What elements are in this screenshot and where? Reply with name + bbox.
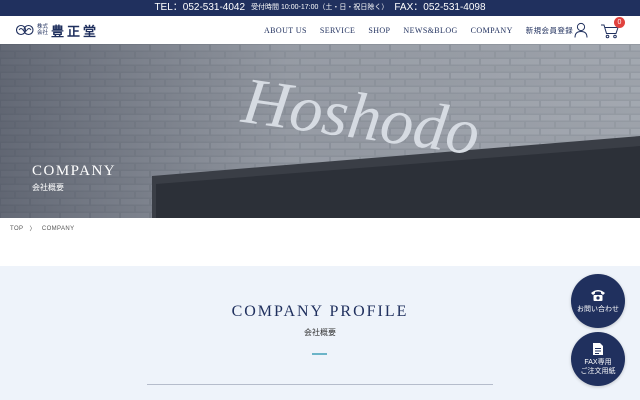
fax-label-line1: FAX専用	[584, 359, 612, 366]
nav-shop[interactable]: SHOP	[368, 26, 390, 35]
hero-title: COMPANY	[32, 163, 117, 179]
section-divider	[147, 384, 493, 385]
logo-mark-icon	[16, 24, 34, 36]
tel-number[interactable]: TEL：052-531-4042	[154, 0, 245, 16]
main-nav: ABOUT US SERVICE SHOP NEWS&BLOG COMPANY …	[264, 16, 573, 44]
fax-number: FAX：052-531-4098	[394, 2, 486, 13]
contact-button[interactable]: お問い合わせ	[571, 274, 625, 328]
logo-company-name: 豊正堂	[51, 24, 100, 40]
nav-company[interactable]: COMPANY	[471, 26, 513, 35]
section-accent-rule	[312, 353, 327, 355]
logo-corp-line2: 会社	[37, 30, 49, 36]
breadcrumb: TOP 〉 COMPANY	[10, 224, 75, 234]
nav-about-us[interactable]: ABOUT US	[264, 26, 307, 35]
site-logo[interactable]: 株式 会社 豊正堂	[16, 21, 100, 40]
hero-subtitle: 会社概要	[32, 183, 64, 192]
breadcrumb-current: COMPANY	[41, 225, 75, 232]
business-hours: 受付時間 10:00-17:00（土・日・祝日除く）	[251, 4, 389, 11]
nav-service[interactable]: SERVICE	[320, 26, 356, 35]
hero-banner: Hoshodo COMPANY 会社概要	[0, 44, 640, 218]
nav-register[interactable]: 新規会員登録	[526, 25, 573, 36]
phone-icon	[591, 290, 605, 301]
fax-order-button[interactable]: FAX専用 ご注文用紙	[571, 332, 625, 386]
nav-news-blog[interactable]: NEWS&BLOG	[403, 26, 457, 35]
fax-label-line2: ご注文用紙	[580, 368, 616, 375]
breadcrumb-separator: 〉	[29, 227, 36, 233]
top-info-bar: TEL：052-531-4042 受付時間 10:00-17:00（土・日・祝日…	[0, 0, 640, 16]
logo-corp-label: 株式 会社	[37, 24, 48, 36]
fax-document-icon	[593, 343, 603, 355]
brick-wall-image: Hoshodo	[0, 44, 640, 218]
section-subtitle: 会社概要	[304, 328, 336, 337]
breadcrumb-home[interactable]: TOP	[10, 226, 23, 232]
user-icon[interactable]	[574, 22, 588, 38]
section-title: COMPANY PROFILE	[231, 303, 409, 320]
contact-label: お問い合わせ	[577, 306, 619, 313]
site-header: 株式 会社 豊正堂 ABOUT US SERVICE SHOP NEWS&BLO…	[0, 16, 640, 44]
cart-count-badge: 0	[614, 17, 625, 28]
